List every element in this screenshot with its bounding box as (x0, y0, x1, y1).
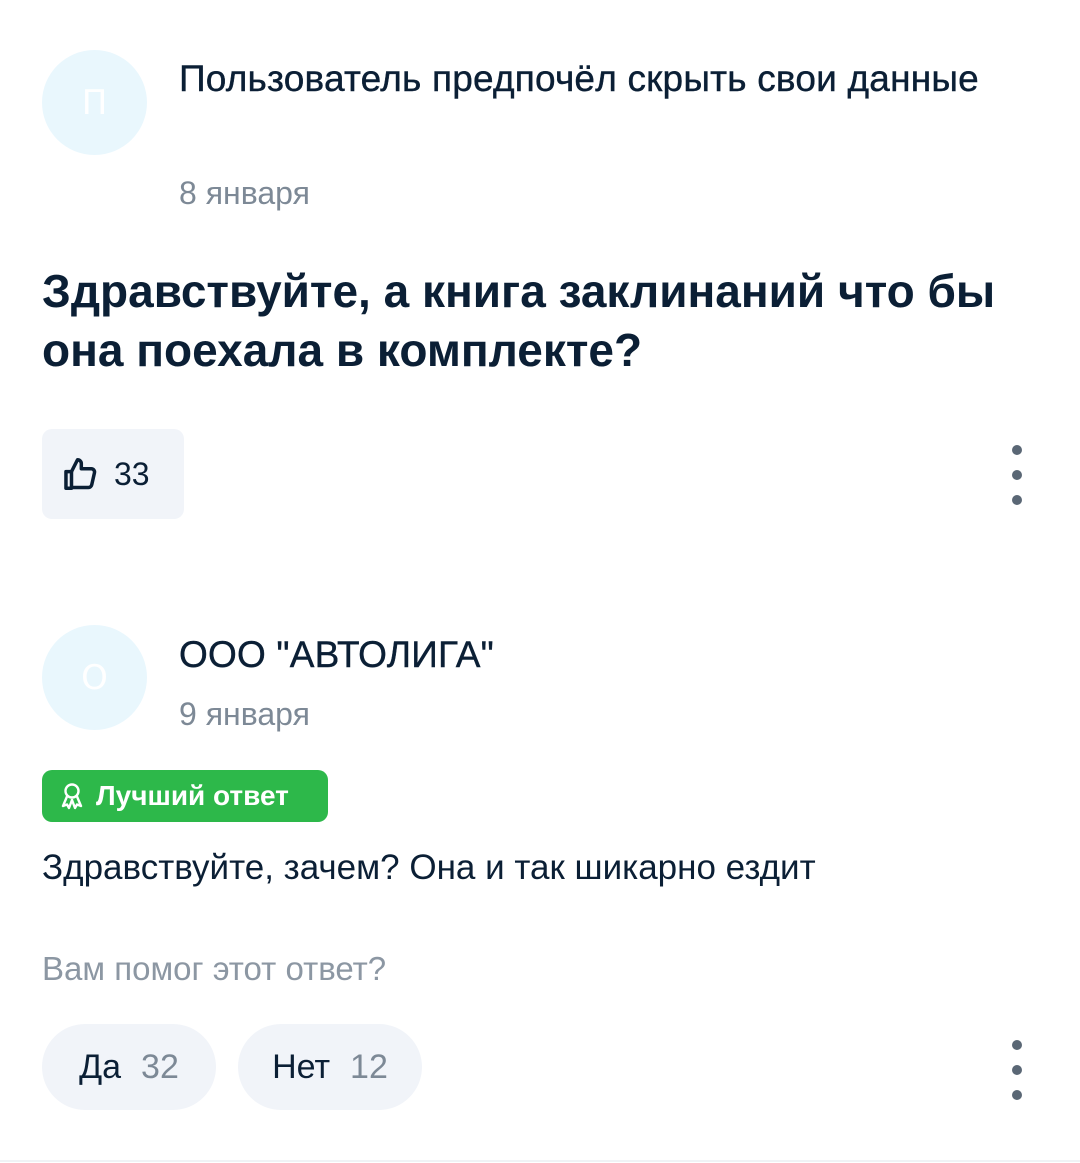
best-answer-badge: Лучший ответ (42, 770, 328, 822)
bottom-divider (0, 1160, 1080, 1162)
helpful-question: Вам помог этот ответ? (42, 950, 387, 987)
vote-no-count: 12 (350, 1047, 388, 1086)
answer-author-name[interactable]: ООО "АВТОЛИГА" (179, 628, 494, 681)
avatar-letter: О (81, 657, 108, 698)
answer-date: 9 января (179, 696, 310, 732)
vote-yes-button[interactable]: Да 32 (42, 1024, 216, 1110)
like-count: 33 (114, 455, 150, 492)
like-button[interactable]: 33 (42, 429, 184, 519)
more-vertical-icon (1012, 445, 1022, 455)
question-text: Здравствуйте, а книга заклинаний что бы … (42, 265, 996, 376)
more-vertical-icon (1012, 1040, 1022, 1050)
question-date: 8 января (179, 175, 310, 211)
thumbs-up-icon (62, 455, 100, 493)
vote-no-label: Нет (272, 1047, 331, 1086)
avatar-letter: П (81, 82, 108, 123)
vote-no-button[interactable]: Нет 12 (238, 1024, 422, 1110)
question-more-button[interactable] (1002, 445, 1032, 505)
vote-yes-label: Да (79, 1047, 122, 1086)
answer-text: Здравствуйте, зачем? Она и так шикарно е… (42, 848, 816, 887)
award-ribbon-icon (60, 782, 96, 810)
answer-author-avatar: О (42, 625, 147, 730)
question-author-name[interactable]: Пользователь предпочёл скрыть свои данны… (179, 52, 1039, 105)
answer-more-button[interactable] (1002, 1040, 1032, 1100)
question-author-avatar: П (42, 50, 147, 155)
best-answer-label: Лучший ответ (96, 780, 289, 811)
vote-yes-count: 32 (141, 1047, 179, 1086)
